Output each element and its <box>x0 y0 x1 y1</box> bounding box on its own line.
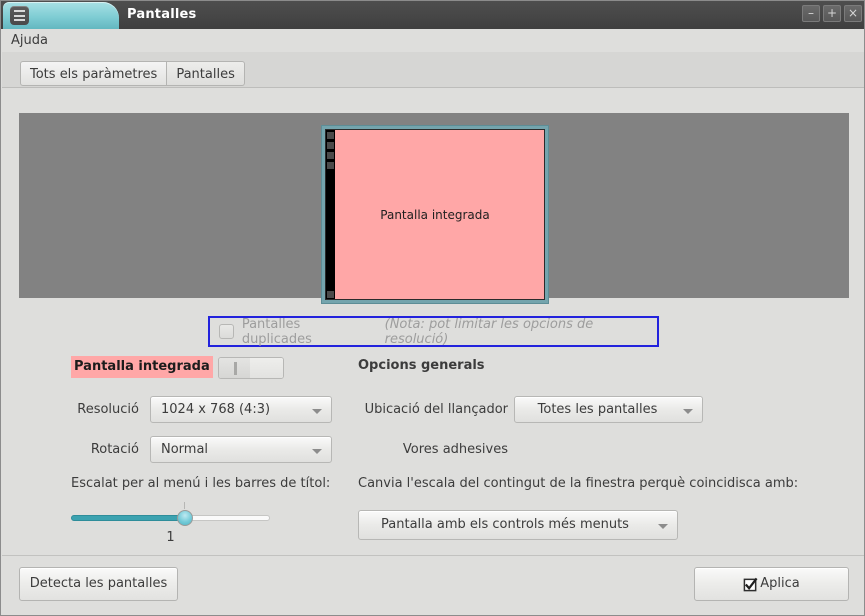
sticky-edges-row: Vores adhesives <box>356 436 856 463</box>
maximize-button[interactable]: + <box>823 5 841 22</box>
resolution-row: Resolució 1024 x 768 (4:3) <box>2 396 352 423</box>
chevron-down-icon <box>658 524 668 529</box>
window-scale-value: Pantalla amb els controls més menuts <box>381 517 629 532</box>
resolution-dropdown[interactable]: 1024 x 768 (4:3) <box>150 396 332 423</box>
window-scale-caption: Canvia l'escala del contingut de la fine… <box>358 476 798 491</box>
window-title: Pantalles <box>127 1 196 29</box>
duplicate-displays-row[interactable]: Pantalles duplicades (Nota: pot limitar … <box>208 316 659 347</box>
launcher-icon <box>327 162 334 169</box>
menu-bar: Ajuda <box>2 29 865 52</box>
chevron-down-icon <box>683 409 693 414</box>
rotation-value: Normal <box>161 442 208 457</box>
slider-fill <box>71 515 185 521</box>
launcher-icon <box>327 132 334 139</box>
toggle-off-half <box>250 358 283 378</box>
detect-displays-button[interactable]: Detecta les pantalles <box>19 567 178 601</box>
general-section-heading: Opcions generals <box>358 356 485 376</box>
chevron-down-icon <box>312 409 322 414</box>
displays-settings-window: Pantalles – + × Ajuda Tots els paràmetre… <box>0 0 865 616</box>
launcher-icon <box>327 291 334 298</box>
sticky-edges-label: Vores adhesives <box>356 436 508 463</box>
general-options-column: Opcions generals Ubicació del llançador … <box>356 356 856 569</box>
toolbar: Tots els paràmetres Pantalles <box>2 52 865 88</box>
current-panel-button[interactable]: Pantalles <box>167 61 245 86</box>
minimize-button[interactable]: – <box>802 5 820 22</box>
monitor-screen: Pantalla integrada <box>325 129 545 300</box>
window-tab-handle[interactable] <box>3 2 119 29</box>
display-settings-column: Pantalla integrada Resolució 1024 x 768 … <box>2 356 352 569</box>
launcher-icon <box>327 142 334 149</box>
general-heading-row: Opcions generals <box>356 356 856 383</box>
display-heading-row: Pantalla integrada <box>2 356 352 383</box>
content-area: Pantalla integrada Pantalles duplicades … <box>2 88 865 555</box>
slider-tick-mark <box>184 502 185 509</box>
launcher-location-dropdown[interactable]: Totes les pantalles <box>514 396 703 423</box>
footer-bar: Detecta les pantalles Aplica <box>2 555 865 615</box>
all-settings-button[interactable]: Tots els paràmetres <box>20 61 167 86</box>
apply-button-label: Aplica <box>760 568 799 600</box>
launcher-location-value: Totes les pantalles <box>538 402 658 417</box>
rotation-dropdown[interactable]: Normal <box>150 436 332 463</box>
ui-scale-caption: Escalat per al menú i les barres de títo… <box>71 476 330 491</box>
launcher-icon <box>327 152 334 159</box>
duplicate-displays-label: Pantalles duplicades <box>242 317 373 347</box>
rotation-label: Rotació <box>2 436 139 463</box>
title-bar: Pantalles – + × <box>1 1 865 29</box>
hamburger-menu-icon[interactable] <box>10 6 29 25</box>
apply-button[interactable]: Aplica <box>694 567 849 601</box>
duplicate-displays-checkbox[interactable] <box>219 324 234 339</box>
slider-handle[interactable] <box>177 510 193 526</box>
resolution-label: Resolució <box>2 396 139 423</box>
launcher-location-label: Ubicació del llançador <box>356 396 508 423</box>
ui-scale-value: 1 <box>71 530 270 545</box>
close-button[interactable]: × <box>844 5 862 22</box>
ui-scale-row: Escalat per al menú i les barres de títo… <box>2 476 352 556</box>
chevron-down-icon <box>312 449 322 454</box>
resolution-value: 1024 x 768 (4:3) <box>161 402 270 417</box>
window-controls: – + × <box>802 5 862 22</box>
menu-item-help[interactable]: Ajuda <box>11 29 48 52</box>
launcher-location-row: Ubicació del llançador Totes les pantall… <box>356 396 856 423</box>
monitor-preview-area[interactable]: Pantalla integrada <box>19 113 849 298</box>
monitor-thumbnail[interactable]: Pantalla integrada <box>321 125 549 304</box>
window-scale-dropdown[interactable]: Pantalla amb els controls més menuts <box>358 510 678 540</box>
window-scale-row: Canvia l'escala del contingut de la fine… <box>356 476 856 556</box>
toggle-knob-mark <box>234 362 237 375</box>
ui-scale-slider[interactable] <box>71 510 270 526</box>
display-power-toggle[interactable] <box>218 357 284 379</box>
monitor-name-label: Pantalla integrada <box>326 208 544 222</box>
duplicate-displays-inner: Pantalles duplicades (Nota: pot limitar … <box>219 318 657 345</box>
rotation-row: Rotació Normal <box>2 436 352 463</box>
duplicate-displays-note: (Nota: pot limitar les opcions de resolu… <box>385 317 657 347</box>
display-section-heading: Pantalla integrada <box>71 356 213 378</box>
checkbox-checked-icon <box>743 577 758 592</box>
breadcrumb: Tots els paràmetres Pantalles <box>20 61 245 86</box>
